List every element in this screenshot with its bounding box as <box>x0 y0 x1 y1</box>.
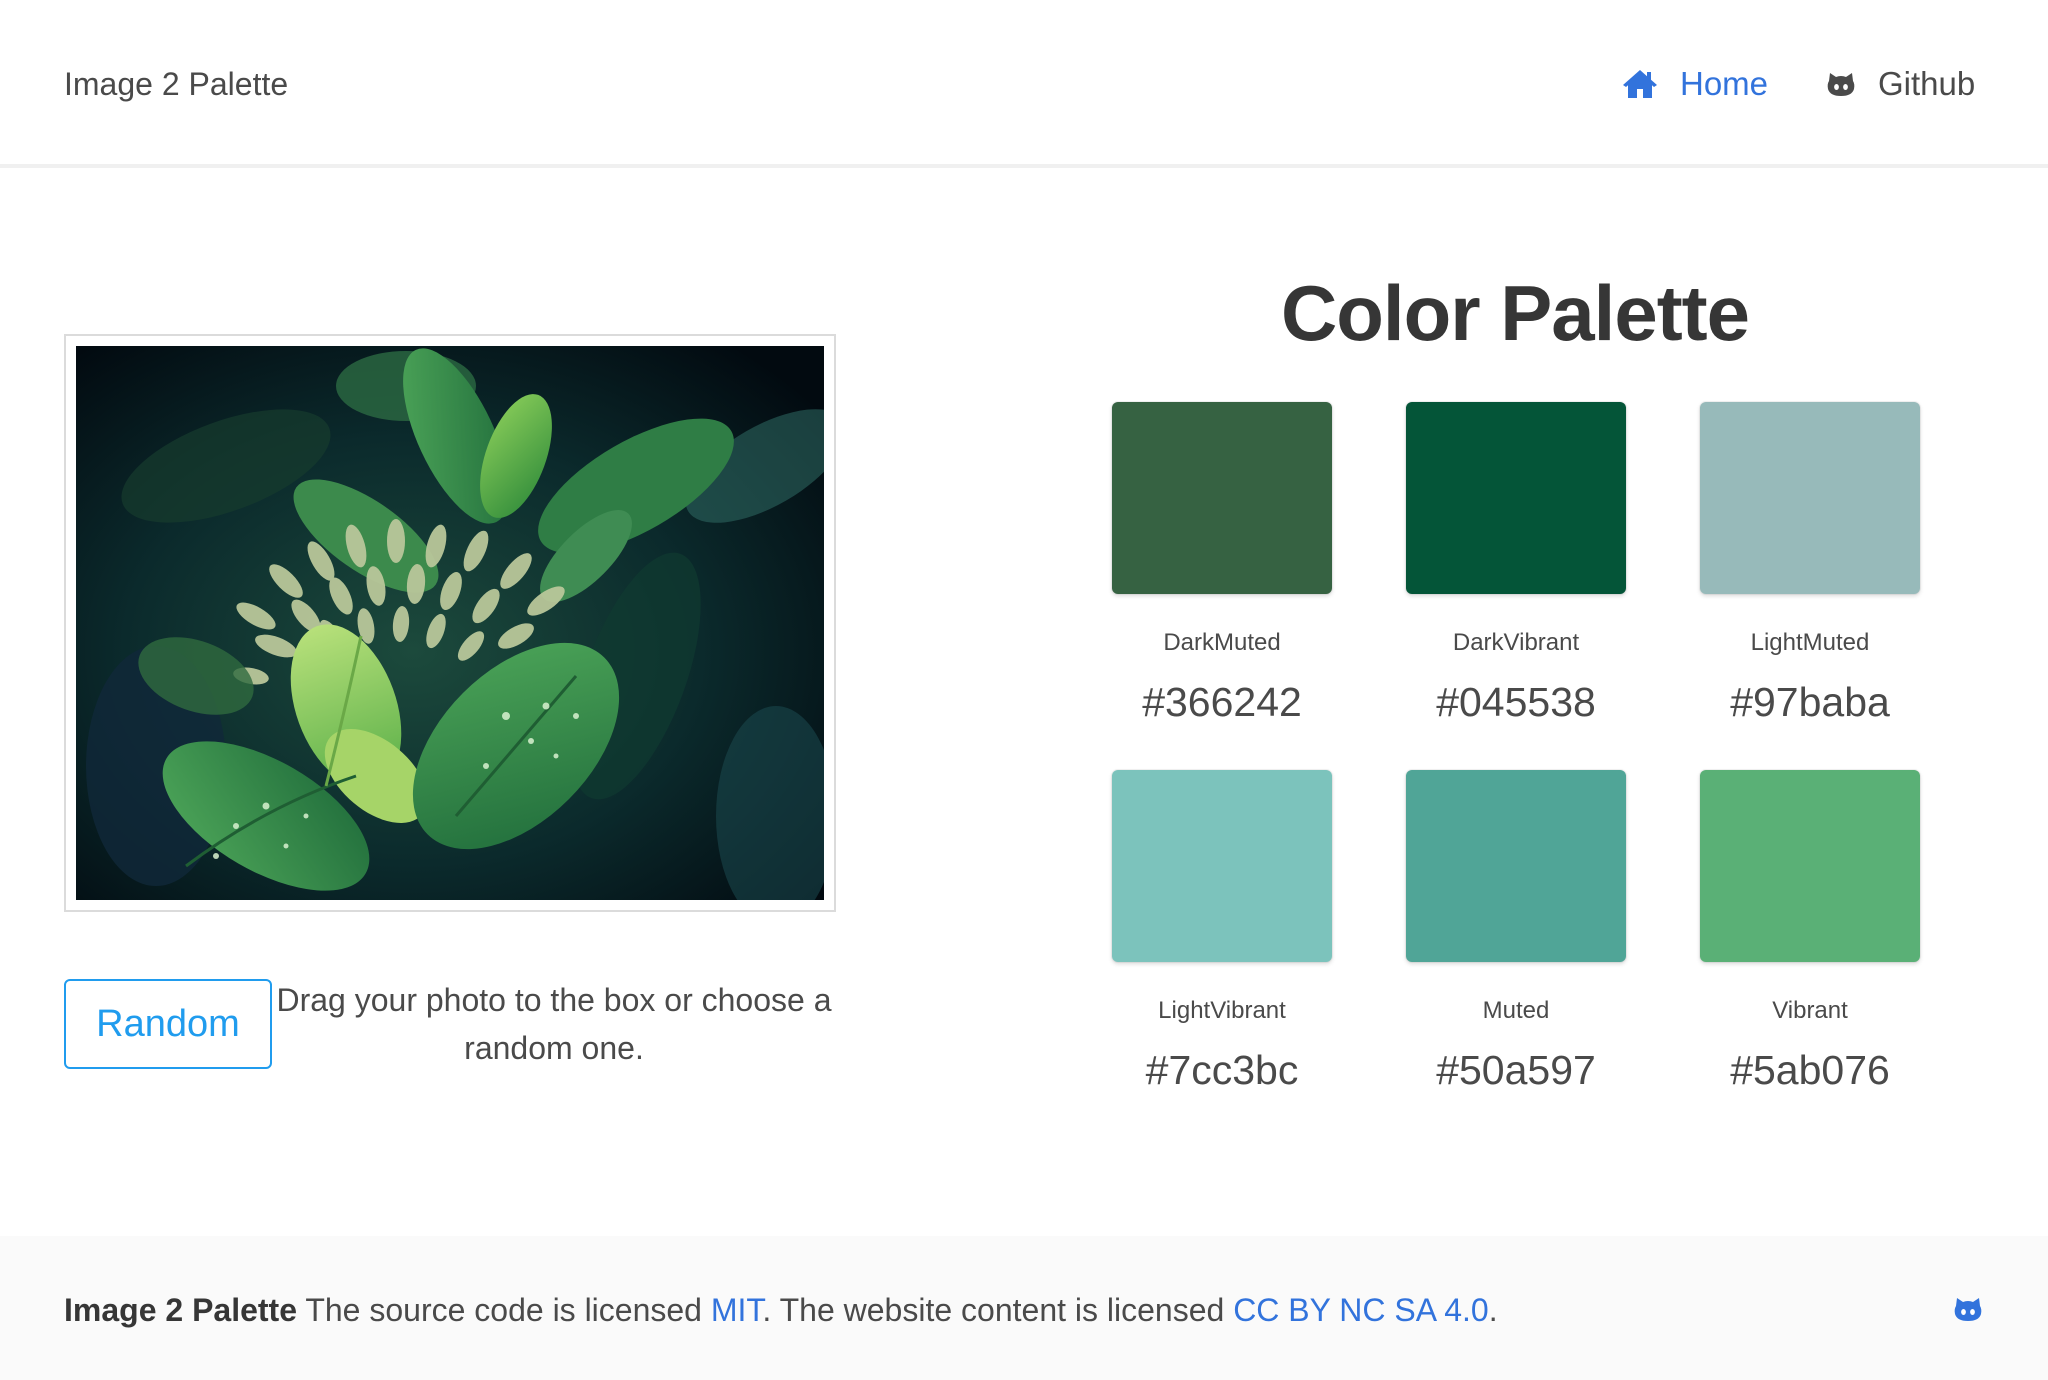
swatch-name: DarkMuted <box>1163 629 1281 656</box>
github-icon <box>1954 1298 1982 1321</box>
swatch-card: Vibrant #5ab076 <box>1690 770 1930 1094</box>
swatch-name: LightVibrant <box>1158 997 1286 1024</box>
swatch-name: LightMuted <box>1750 629 1870 656</box>
color-swatch[interactable] <box>1112 402 1332 594</box>
brand-title[interactable]: Image 2 Palette <box>64 64 288 104</box>
preview-image <box>76 346 824 900</box>
navbar: Image 2 Palette Home Github <box>0 0 2048 168</box>
color-swatch[interactable] <box>1112 770 1332 962</box>
swatch-hex: #97baba <box>1730 679 1890 725</box>
github-icon <box>1827 73 1855 96</box>
upload-hint: Drag your photo to the box or choose a r… <box>276 982 832 1066</box>
swatch-card: Muted #50a597 <box>1396 770 1636 1094</box>
swatch-hex: #7cc3bc <box>1145 1047 1299 1093</box>
swatch-card: DarkMuted #366242 <box>1102 402 1342 726</box>
cc-license-link[interactable]: CC BY NC SA 4.0 <box>1233 1292 1489 1328</box>
swatch-card: DarkVibrant #045538 <box>1396 402 1636 726</box>
footer-github-link[interactable] <box>1952 1294 1984 1329</box>
swatch-hex: #366242 <box>1142 679 1302 725</box>
swatch-hex: #045538 <box>1436 679 1596 725</box>
footer-text-part: The source code is licensed <box>297 1292 711 1328</box>
random-button[interactable]: Random <box>64 979 272 1069</box>
swatch-card: LightMuted #97baba <box>1690 402 1930 726</box>
mit-license-link[interactable]: MIT <box>711 1292 763 1328</box>
nav-github-label: Github <box>1878 65 1976 102</box>
nav-home-label: Home <box>1680 65 1769 102</box>
swatch-hex: #5ab076 <box>1730 1047 1890 1093</box>
footer-text-part: . <box>1488 1292 1498 1328</box>
color-swatch[interactable] <box>1700 402 1920 594</box>
footer-text: Image 2 Palette The source code is licen… <box>64 1290 1498 1330</box>
color-swatch[interactable] <box>1406 402 1626 594</box>
home-icon <box>1623 70 1657 98</box>
color-swatch[interactable] <box>1406 770 1626 962</box>
footer-text-part: . The website content is licensed <box>762 1292 1234 1328</box>
color-swatch[interactable] <box>1700 770 1920 962</box>
nav-github-link[interactable]: Github <box>1826 60 1975 108</box>
palette-title: Color Palette <box>1280 269 1750 357</box>
image-drop-zone[interactable] <box>64 334 836 912</box>
footer-brand: Image 2 Palette <box>64 1292 297 1328</box>
swatch-name: Vibrant <box>1772 997 1848 1024</box>
swatch-name: Muted <box>1482 997 1550 1024</box>
swatch-name: DarkVibrant <box>1452 629 1580 656</box>
nav-home-link[interactable]: Home <box>1622 60 1768 108</box>
swatch-card: LightVibrant #7cc3bc <box>1102 770 1342 1094</box>
swatch-hex: #50a597 <box>1436 1047 1596 1093</box>
